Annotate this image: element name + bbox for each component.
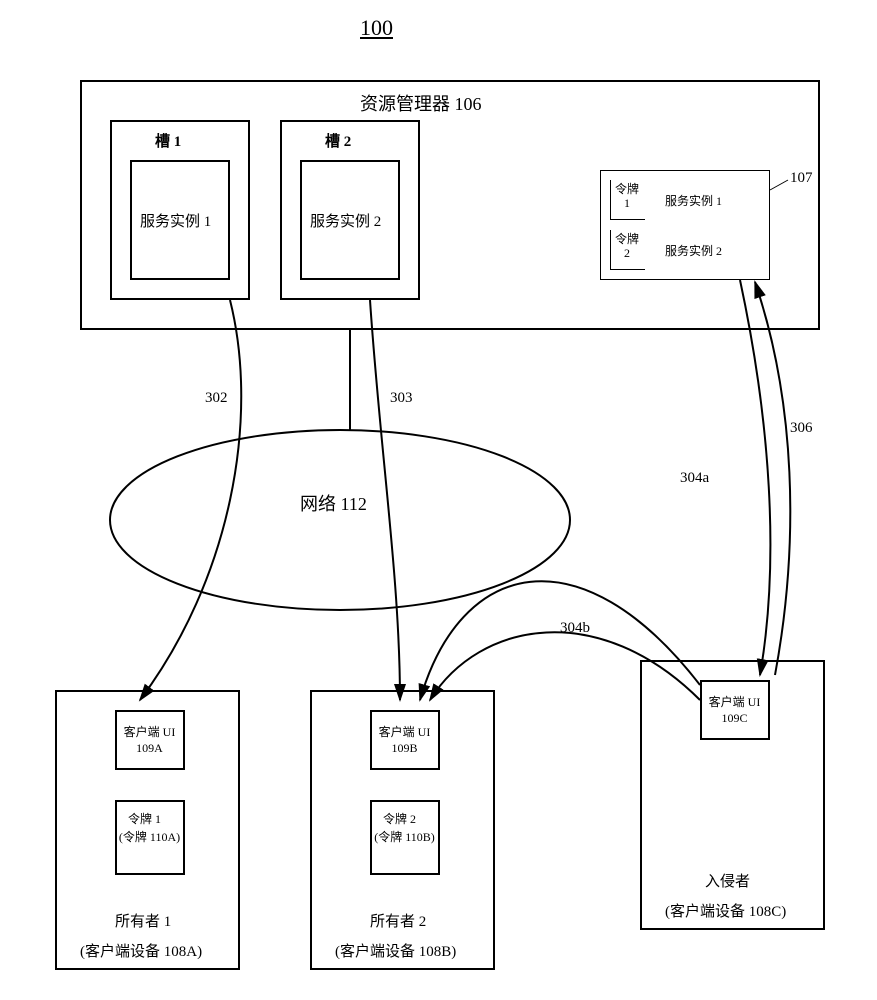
token1-service-label: 服务实例 1 — [665, 192, 722, 209]
table-ref: 107 — [790, 170, 813, 187]
token2-service-label: 服务实例 2 — [665, 242, 722, 259]
slot2-label: 槽 2 — [325, 130, 351, 151]
intruder-ui-label: 客户端 UI 109C — [703, 695, 766, 726]
owner2-token-detail: (令牌 110B) — [373, 830, 436, 846]
figure-number: 100 — [360, 15, 393, 41]
arrow-306-label: 306 — [790, 420, 813, 437]
intruder-device: (客户端设备 108C) — [665, 900, 786, 921]
owner2-device: (客户端设备 108B) — [335, 940, 456, 961]
slot1-service-label: 服务实例 1 — [140, 210, 211, 231]
owner1-name: 所有者 1 — [115, 910, 171, 931]
slot2-service-label: 服务实例 2 — [310, 210, 381, 231]
arrow-304b-label: 304b — [560, 620, 590, 637]
token1-label: 令牌 1 — [612, 182, 642, 211]
owner1-device: (客户端设备 108A) — [80, 940, 202, 961]
owner1-token-label: 令牌 1 — [128, 810, 161, 827]
arrow-304a-label: 304a — [680, 470, 709, 487]
network-label: 网络 112 — [300, 490, 367, 516]
diagram-canvas: 100 资源管理器 106 槽 1 服务实例 1 槽 2 服务实例 2 令牌 1… — [0, 0, 877, 1000]
owner2-ui-label: 客户端 UI 109B — [373, 725, 436, 756]
slot1-label: 槽 1 — [155, 130, 181, 151]
owner2-token-label: 令牌 2 — [383, 810, 416, 827]
intruder-name: 入侵者 — [705, 870, 750, 891]
arrow-303-label: 303 — [390, 390, 413, 407]
owner2-name: 所有者 2 — [370, 910, 426, 931]
arrow-302-label: 302 — [205, 390, 228, 407]
token2-label: 令牌 2 — [612, 232, 642, 261]
owner1-token-detail: (令牌 110A) — [118, 830, 181, 846]
owner1-ui-label: 客户端 UI 109A — [118, 725, 181, 756]
resource-manager-title: 资源管理器 106 — [360, 90, 482, 116]
